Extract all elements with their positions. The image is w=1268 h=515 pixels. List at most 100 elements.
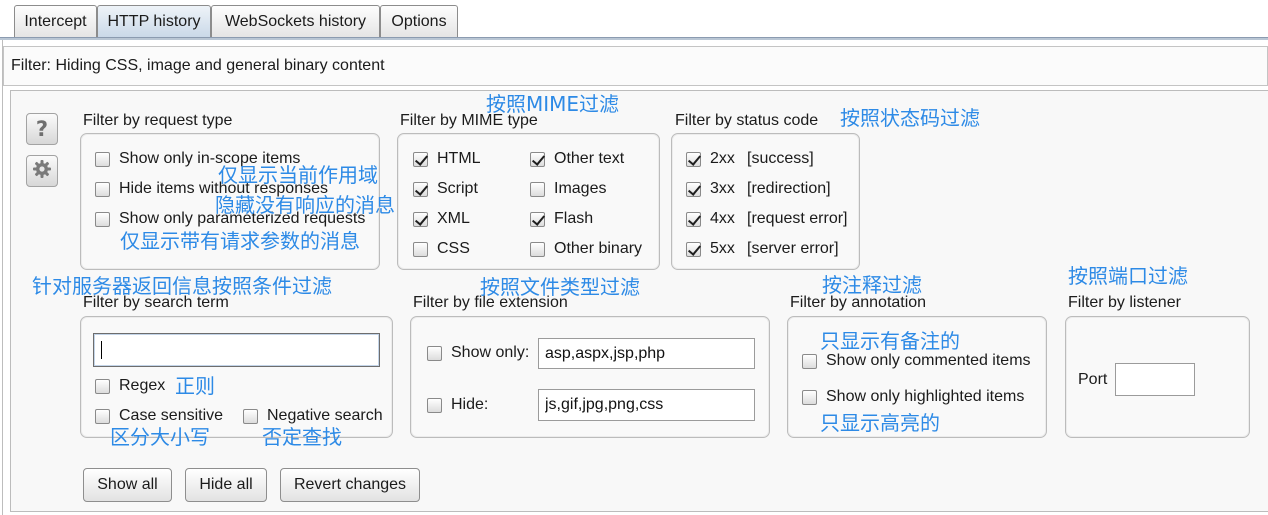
mime-css-label: CSS (437, 240, 470, 257)
tab-options[interactable]: Options (380, 5, 458, 38)
hide-all-button[interactable]: Hide all (185, 468, 267, 502)
mime-xml-label: XML (437, 210, 470, 227)
status-3xx-option[interactable]: 3xx [redirection] (686, 179, 831, 199)
commented-only-checkbox[interactable] (802, 353, 817, 369)
commented-only-label: Show only commented items (826, 352, 1031, 369)
note-server-response: 针对服务器返回信息按照条件过滤 (32, 274, 332, 298)
note-case-sensitive: 区分大小写 (110, 425, 210, 449)
note-annotation-filter: 按注释过滤 (822, 273, 922, 297)
mime-flash-checkbox[interactable] (530, 211, 545, 227)
port-input[interactable] (1115, 363, 1195, 396)
gear-icon (32, 159, 52, 184)
highlighted-only-label: Show only highlighted items (826, 388, 1025, 405)
negative-search-label: Negative search (267, 407, 383, 424)
tab-http-history[interactable]: HTTP history (97, 5, 211, 38)
mime-flash-option[interactable]: Flash (530, 209, 593, 229)
note-regex: 正则 (175, 374, 215, 398)
mime-other-binary-option[interactable]: Other binary (530, 239, 642, 259)
status-4xx-description: [request error] (747, 210, 848, 227)
help-button[interactable]: ? (26, 113, 58, 145)
left-edge-divider (2, 40, 3, 515)
listener-title: Filter by listener (1068, 294, 1181, 311)
filter-summary-text: Filter: Hiding CSS, image and general bi… (11, 57, 385, 74)
status-3xx-code: 3xx (710, 180, 735, 197)
show-only-extensions-input[interactable] (538, 338, 755, 369)
note-status-filter: 按照状态码过滤 (840, 106, 980, 130)
in-scope-only-checkbox[interactable] (95, 151, 110, 167)
case-sensitive-option[interactable]: Case sensitive (95, 406, 223, 426)
note-hide-no-response: 隐藏没有响应的消息 (215, 193, 395, 217)
mime-script-checkbox[interactable] (413, 181, 428, 197)
status-5xx-option[interactable]: 5xx [server error] (686, 239, 839, 259)
commented-only-option[interactable]: Show only commented items (802, 351, 1031, 371)
filter-summary-bar[interactable]: Filter: Hiding CSS, image and general bi… (3, 46, 1268, 86)
mime-images-checkbox[interactable] (530, 181, 545, 197)
status-2xx-code: 2xx (710, 150, 735, 167)
mime-script-option[interactable]: Script (413, 179, 478, 199)
revert-changes-button[interactable]: Revert changes (280, 468, 420, 502)
status-4xx-option[interactable]: 4xx [request error] (686, 209, 847, 229)
regex-label: Regex (119, 377, 166, 394)
show-only-extensions-checkbox[interactable] (427, 345, 442, 361)
case-sensitive-checkbox[interactable] (95, 408, 110, 424)
mime-css-checkbox[interactable] (413, 241, 428, 257)
parameterized-only-checkbox[interactable] (95, 211, 110, 227)
show-only-extensions-label: Show only: (451, 344, 530, 361)
mime-html-checkbox[interactable] (413, 151, 428, 167)
mime-images-option[interactable]: Images (530, 179, 606, 199)
mime-xml-option[interactable]: XML (413, 209, 470, 229)
status-2xx-option[interactable]: 2xx [success] (686, 149, 814, 169)
status-4xx-code: 4xx (710, 210, 735, 227)
settings-button[interactable] (26, 155, 58, 187)
status-5xx-description: [server error] (747, 240, 839, 257)
hide-extensions-option[interactable]: Hide: (427, 395, 488, 415)
hide-extensions-checkbox[interactable] (427, 397, 442, 413)
status-2xx-description: [success] (747, 150, 814, 167)
note-file-type: 按照文件类型过滤 (480, 275, 640, 299)
status-3xx-description: [redirection] (747, 180, 831, 197)
note-port-filter: 按照端口过滤 (1068, 264, 1188, 288)
mime-other-text-label: Other text (554, 150, 625, 167)
search-term-input[interactable] (93, 333, 380, 367)
mime-other-text-option[interactable]: Other text (530, 149, 624, 169)
case-sensitive-label: Case sensitive (119, 407, 224, 424)
note-in-scope: 仅显示当前作用域 (218, 163, 378, 187)
tab-websockets-history[interactable]: WebSockets history (211, 5, 380, 38)
port-label: Port (1078, 371, 1108, 388)
mime-script-label: Script (437, 180, 478, 197)
note-parameterized: 仅显示带有请求参数的消息 (120, 229, 360, 253)
mime-xml-checkbox[interactable] (413, 211, 428, 227)
mime-flash-label: Flash (554, 210, 594, 227)
show-all-button[interactable]: Show all (83, 468, 172, 502)
note-commented: 只显示有备注的 (820, 329, 960, 353)
status-3xx-checkbox[interactable] (686, 181, 701, 197)
status-5xx-checkbox[interactable] (686, 241, 701, 257)
show-only-extensions-option[interactable]: Show only: (427, 343, 529, 363)
note-mime-filter: 按照MIME过滤 (486, 92, 620, 116)
status-5xx-code: 5xx (710, 240, 735, 257)
tab-intercept[interactable]: Intercept (14, 5, 97, 38)
question-icon: ? (35, 116, 49, 141)
status-code-title: Filter by status code (675, 112, 819, 129)
negative-search-checkbox[interactable] (243, 408, 258, 424)
status-2xx-checkbox[interactable] (686, 151, 701, 167)
highlighted-only-option[interactable]: Show only highlighted items (802, 387, 1024, 407)
highlighted-only-checkbox[interactable] (802, 389, 817, 405)
burp-proxy-window: Intercept HTTP history WebSockets histor… (0, 0, 1268, 515)
mime-html-option[interactable]: HTML (413, 149, 481, 169)
regex-option[interactable]: Regex (95, 376, 165, 396)
mime-images-label: Images (554, 180, 607, 197)
hide-extensions-label: Hide: (451, 396, 489, 413)
negative-search-option[interactable]: Negative search (243, 406, 383, 426)
mime-css-option[interactable]: CSS (413, 239, 470, 259)
mime-other-text-checkbox[interactable] (530, 151, 545, 167)
request-type-title: Filter by request type (83, 112, 233, 129)
text-cursor (101, 341, 102, 359)
regex-checkbox[interactable] (95, 378, 110, 394)
mime-html-label: HTML (437, 150, 481, 167)
mime-other-binary-checkbox[interactable] (530, 241, 545, 257)
hide-extensions-input[interactable] (538, 389, 755, 421)
note-negative-search: 否定查找 (262, 425, 342, 449)
hide-no-response-checkbox[interactable] (95, 181, 110, 197)
status-4xx-checkbox[interactable] (686, 211, 701, 227)
